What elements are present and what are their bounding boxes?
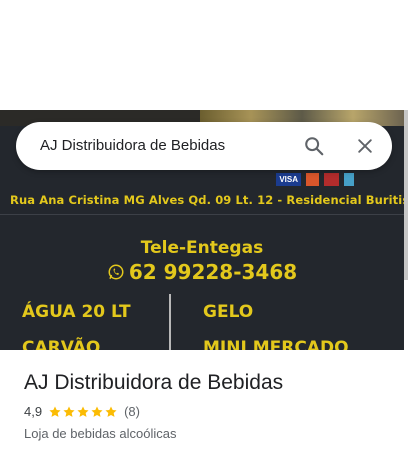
star-icon — [63, 405, 75, 417]
star-icon — [91, 405, 103, 417]
close-icon — [358, 139, 372, 153]
place-category: Loja de bebidas alcoólicas — [24, 426, 177, 441]
visa-logo: VISA — [276, 173, 301, 186]
search-box[interactable]: AJ Distribuidora de Bebidas — [16, 122, 392, 170]
star-icon — [49, 405, 61, 417]
card-logo — [323, 173, 339, 186]
rating-value: 4,9 — [24, 404, 43, 419]
sign-divider — [0, 214, 404, 215]
sign-delivery-label: Tele-Entegas — [140, 238, 264, 258]
place-title: AJ Distribuidora de Bebidas — [24, 371, 284, 394]
search-input[interactable]: AJ Distribuidora de Bebidas — [40, 122, 225, 170]
mastercard-logo — [305, 173, 319, 186]
star-icon — [77, 405, 89, 417]
sign-phone-row: 62 99228-3468 — [0, 260, 404, 284]
sign-phone-number: 62 99228-3468 — [128, 260, 298, 284]
whatsapp-icon — [108, 264, 124, 280]
sign-address: Rua Ana Cristina MG Alves Qd. 09 Lt. 12 … — [10, 193, 404, 207]
rating-stars — [48, 405, 118, 419]
clear-search-button[interactable] — [351, 132, 379, 160]
sign-service-charcoal: CARVÃO — [22, 338, 101, 350]
review-count[interactable]: (8) — [124, 404, 140, 419]
sign-service-water: ÁGUA 20 LT — [22, 302, 131, 322]
card-logo-2 — [343, 173, 354, 186]
search-button[interactable] — [300, 132, 328, 160]
sign-vertical-divider — [169, 294, 171, 350]
star-icon — [105, 405, 117, 417]
sign-service-minimarket: MINI MERCADO — [203, 338, 349, 350]
rating-row[interactable]: 4,9 (8) — [24, 404, 140, 419]
place-info-panel[interactable]: AJ Distribuidora de Bebidas 4,9 (8) Loja… — [0, 350, 408, 462]
payment-logos: VISA — [276, 173, 354, 186]
sign-service-ice: GELO — [203, 302, 254, 322]
search-icon — [305, 137, 324, 156]
map-area — [0, 0, 408, 110]
scrollbar[interactable] — [404, 110, 408, 280]
